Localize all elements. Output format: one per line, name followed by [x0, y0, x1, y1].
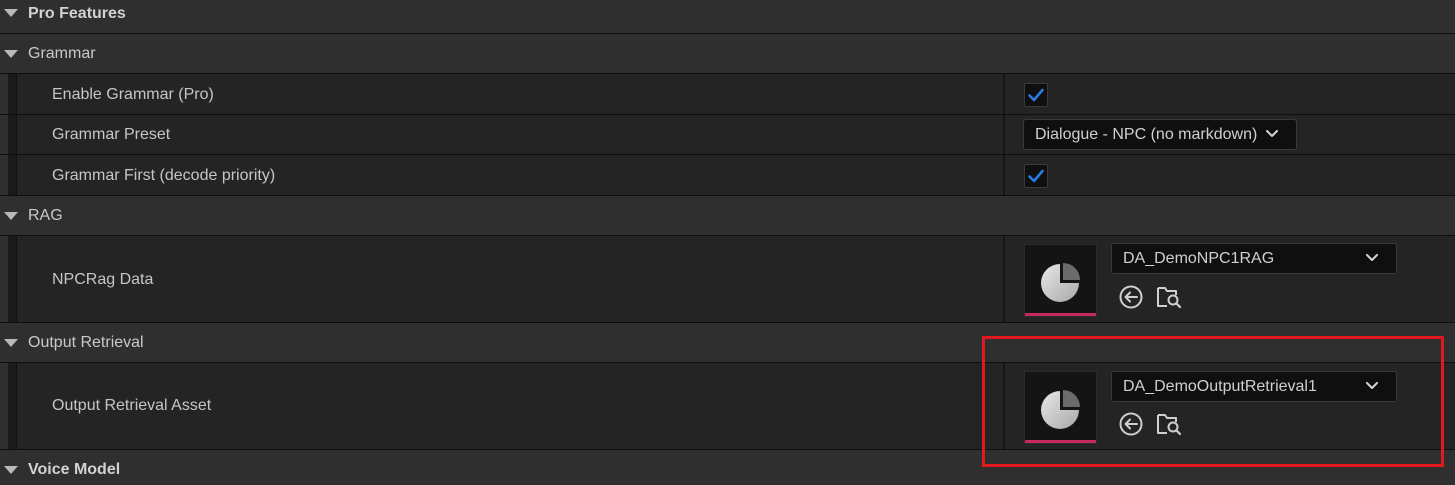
chevron-down-icon: [1266, 130, 1278, 137]
browse-folder-search-icon[interactable]: [1156, 284, 1182, 310]
property-row-grammar-preset: Grammar Preset Dialogue - NPC (no markdo…: [0, 115, 1455, 155]
expand-triangle-icon[interactable]: [4, 339, 18, 347]
category-label: RAG: [28, 207, 63, 224]
property-row-npc-rag-data: NPCRag Data DA_DemoNPC1RAG: [0, 236, 1455, 323]
npc-rag-asset-dropdown[interactable]: DA_DemoNPC1RAG: [1111, 243, 1397, 274]
use-selected-asset-icon[interactable]: [1118, 284, 1144, 310]
dropdown-value: Dialogue - NPC (no markdown): [1035, 126, 1258, 143]
property-label: Grammar Preset: [52, 126, 171, 143]
grammar-preset-dropdown[interactable]: Dialogue - NPC (no markdown): [1023, 119, 1297, 150]
category-grammar[interactable]: Grammar: [0, 34, 1455, 74]
annotation-highlight-box: [982, 336, 1444, 467]
category-label: Pro Features: [28, 5, 126, 22]
property-label: Enable Grammar (Pro): [52, 86, 214, 103]
grammar-first-checkbox[interactable]: [1024, 164, 1048, 188]
category-label: Output Retrieval: [28, 334, 144, 351]
expand-triangle-icon[interactable]: [4, 466, 18, 474]
property-label: NPCRag Data: [52, 271, 154, 288]
category-label: Grammar: [28, 45, 96, 62]
expand-triangle-icon[interactable]: [4, 212, 18, 220]
property-label: Output Retrieval Asset: [52, 397, 212, 414]
details-panel: Pro Features Grammar Enable Grammar (Pro…: [0, 0, 1455, 485]
property-row-grammar-first: Grammar First (decode priority): [0, 155, 1455, 196]
expand-triangle-icon[interactable]: [4, 50, 18, 58]
checkmark-icon: [1028, 88, 1044, 102]
checkmark-icon: [1028, 169, 1044, 183]
property-row-enable-grammar: Enable Grammar (Pro): [0, 74, 1455, 115]
category-label: Voice Model: [28, 461, 121, 478]
property-label: Grammar First (decode priority): [52, 167, 276, 184]
asset-name: DA_DemoNPC1RAG: [1123, 250, 1275, 267]
category-pro-features[interactable]: Pro Features: [0, 0, 1455, 34]
data-asset-pie-icon: [1041, 263, 1080, 302]
category-rag[interactable]: RAG: [0, 196, 1455, 236]
asset-thumbnail[interactable]: [1024, 244, 1097, 317]
chevron-down-icon: [1366, 254, 1378, 261]
expand-triangle-icon[interactable]: [4, 9, 18, 17]
enable-grammar-checkbox[interactable]: [1024, 83, 1048, 107]
